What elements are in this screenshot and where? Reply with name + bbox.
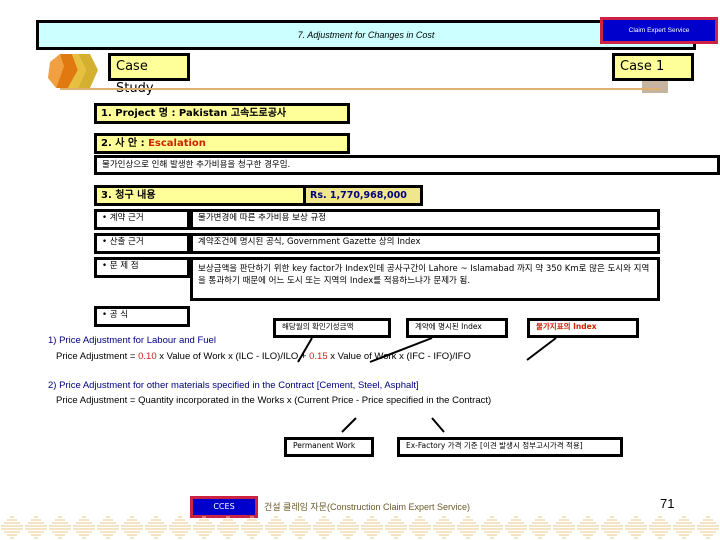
claim-amount: Rs. 1,770,968,000 <box>310 190 407 201</box>
page-number: 71 <box>660 496 675 511</box>
case-number-label: Case 1 <box>612 53 694 81</box>
row-label-contract-basis: • 계약 근거 <box>94 209 190 230</box>
callout-contract-index: 계약에 명시된 Index <box>406 318 508 338</box>
arrow-ex-factory <box>431 417 445 433</box>
formula1-coef-labour: 0.10 <box>138 351 157 362</box>
formula1-heading: 1) Price Adjustment for Labour and Fuel <box>48 335 216 346</box>
arrow-current-index <box>526 337 557 361</box>
row-text-problem: 보상금액을 판단하기 위한 key factor가 Index인데 공사구간이 … <box>190 257 660 301</box>
row-text-calc-basis: 계약조건에 명시된 공식, Government Gazette 상의 Inde… <box>190 233 660 254</box>
formula1-prefix: Price Adjustment = <box>56 351 139 362</box>
row-label-problem: • 문 제 점 <box>94 257 190 278</box>
footer-diamond-pattern <box>0 515 720 540</box>
claim-expert-badge: Claim Expert Service <box>600 17 718 44</box>
case-study-label: Case Study <box>108 53 190 96</box>
row-label-formula: • 공 식 <box>94 306 190 327</box>
footer-caption: 건설 클레임 자문(Construction Claim Expert Serv… <box>264 502 471 512</box>
formula1-mid: x Value of Work x (ILC - ILO)/ILO + <box>156 351 310 362</box>
claim-amount-box: Rs. 1,770,968,000 <box>303 185 423 206</box>
formula1-suffix: x Value of Work x (IFC - IFO)/IFO <box>327 351 471 362</box>
row-text-contract-basis: 물가변경에 따른 추가비용 보상 규정 <box>190 209 660 230</box>
callout-current-index: 물가지표의 Index <box>527 318 639 338</box>
arrow-permanent <box>341 417 357 433</box>
issue-description: 물가인상으로 인해 발생한 추가비용을 청구한 경우임. <box>102 160 291 170</box>
project-name: 1. Project 명 : Pakistan 고속도로공사 <box>101 108 287 119</box>
issue-description-box: 물가인상으로 인해 발생한 추가비용을 청구한 경우임. <box>94 155 720 175</box>
header-divider <box>60 88 660 90</box>
formula2-expression: Price Adjustment = Quantity incorporated… <box>56 395 492 406</box>
formula1-coef-fuel: 0.15 <box>309 351 328 362</box>
issue-label: 2. 사 안 : <box>101 138 149 149</box>
callout-monthly-amount: 해당월의 확인기성금액 <box>273 318 391 338</box>
callout-permanent-work: Permanent Work <box>284 437 374 457</box>
formula2-heading: 2) Price Adjustment for other materials … <box>48 380 419 391</box>
issue-value: Escalation <box>148 138 206 149</box>
formula1-expression: Price Adjustment = 0.10 x Value of Work … <box>56 351 471 362</box>
callout-ex-factory: Ex-Factory 가격 기준 [이견 발생시 정부고시가격 적용] <box>397 437 623 457</box>
claim-label: 3. 청구 내용 <box>101 190 156 201</box>
project-name-box: 1. Project 명 : Pakistan 고속도로공사 <box>94 103 350 124</box>
row-label-calc-basis: • 산출 근거 <box>94 233 190 254</box>
cube-logo-icon <box>48 54 98 88</box>
issue-box: 2. 사 안 : Escalation <box>94 133 350 154</box>
slide-title: 7. Adjustment for Changes in Cost <box>297 30 435 40</box>
